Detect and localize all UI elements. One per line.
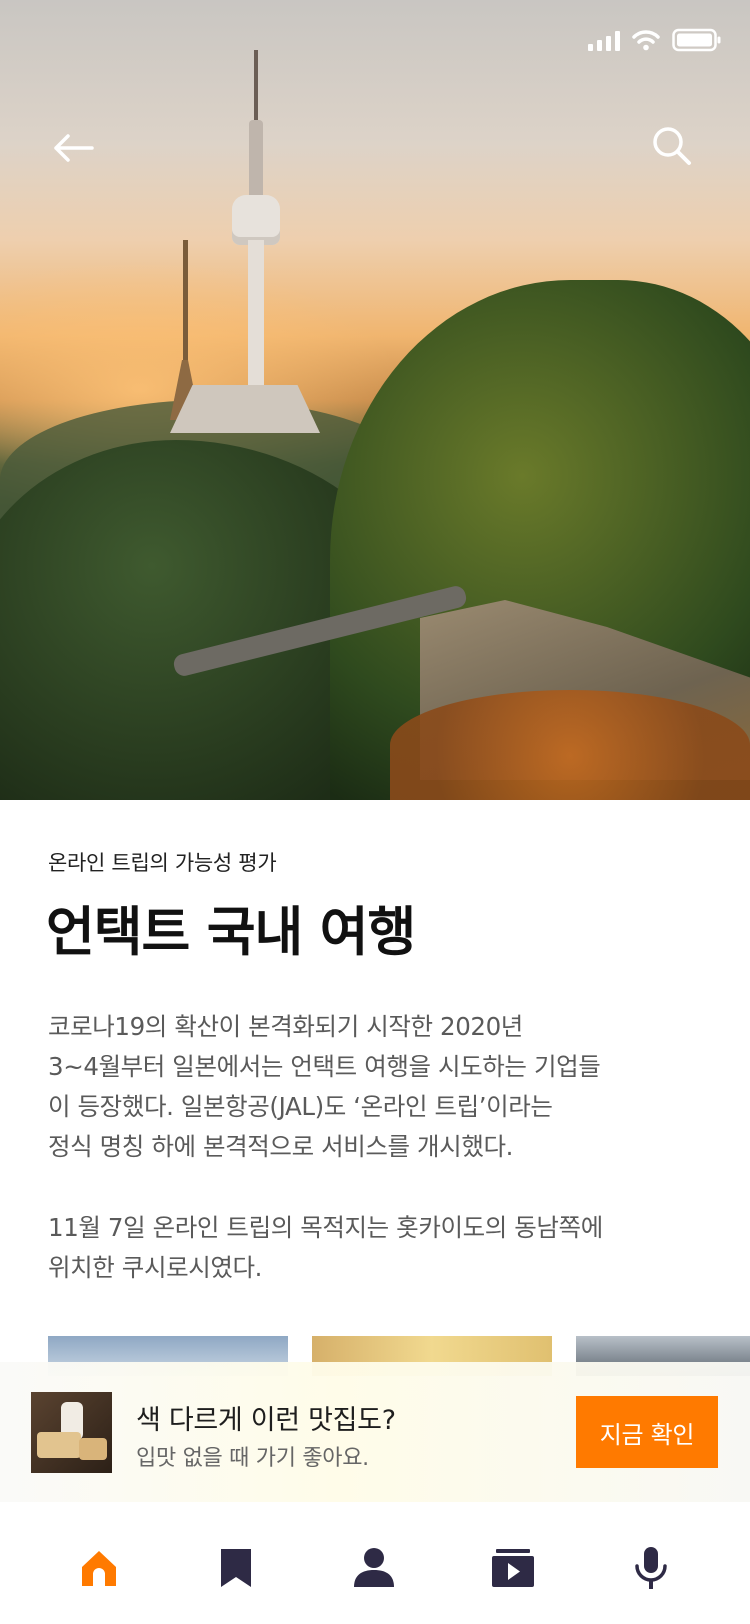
paragraph-line: 정식 명칭 하에 본격적으로 서비스를 개시했다. — [48, 1132, 513, 1161]
paragraph-line: 코로나19의 확산이 본격화되기 시작한 2020년 — [48, 1012, 523, 1041]
wifi-icon — [632, 29, 660, 51]
autumn-leaves — [390, 690, 750, 800]
paragraph-line: 11월 7일 온라인 트립의 목적지는 홋카이도의 동남쪽에 — [48, 1213, 603, 1242]
user-icon — [354, 1548, 394, 1587]
arrow-left-icon — [54, 134, 94, 162]
search-icon — [653, 127, 691, 165]
article-paragraph-1: 코로나19의 확산이 본격화되기 시작한 2020년 3~4월부터 일본에서는 … — [48, 1007, 708, 1167]
microphone-icon — [635, 1547, 667, 1589]
nav-bookmark[interactable] — [206, 1538, 266, 1598]
battery-icon — [672, 28, 722, 52]
paragraph-line: 3~4월부터 일본에서는 언택트 여행을 시도하는 기업들 — [48, 1052, 601, 1081]
tower-top — [249, 120, 263, 200]
article-subtitle: 온라인 트립의 가능성 평가 — [48, 851, 277, 875]
promo-thumbnail — [31, 1392, 112, 1473]
search-button[interactable] — [650, 124, 698, 172]
tower-shaft — [248, 240, 264, 390]
home-icon — [82, 1551, 116, 1586]
article-paragraph-2: 11월 7일 온라인 트립의 목적지는 홋카이도의 동남쪽에 위치한 쿠시로시였… — [48, 1208, 708, 1288]
bookmark-icon — [221, 1549, 251, 1587]
status-bar — [588, 28, 722, 52]
dessert — [79, 1438, 107, 1460]
nav-video[interactable] — [483, 1538, 543, 1598]
nav-profile[interactable] — [344, 1538, 404, 1598]
hero-image — [0, 0, 750, 800]
article-title: 언택트 국내 여행 — [46, 902, 416, 963]
check-now-button[interactable]: 지금 확인 — [576, 1396, 718, 1468]
dessert — [37, 1432, 81, 1458]
promo-subtitle: 입맛 없을 때 가기 좋아요. — [136, 1446, 369, 1471]
back-button[interactable] — [50, 128, 102, 172]
nav-voice[interactable] — [621, 1538, 681, 1598]
nav-home[interactable] — [69, 1538, 129, 1598]
tower-base — [170, 385, 320, 433]
bottom-navigation — [0, 1502, 750, 1624]
paragraph-line: 이 등장했다. 일본항공(JAL)도 ‘온라인 트립’이라는 — [48, 1092, 553, 1121]
promo-title: 색 다르게 이런 맛집도? — [136, 1405, 396, 1436]
tower-observation-deck — [232, 195, 280, 245]
paragraph-line: 위치한 쿠시로시였다. — [48, 1253, 263, 1282]
video-icon — [492, 1549, 534, 1587]
signal-icon — [588, 29, 620, 51]
